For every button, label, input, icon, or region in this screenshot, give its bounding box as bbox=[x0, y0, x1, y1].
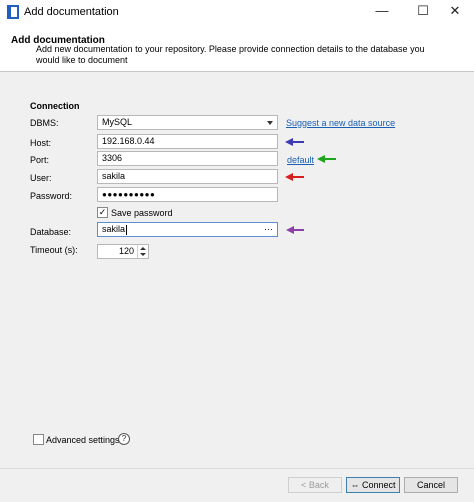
footer-divider bbox=[0, 468, 474, 469]
advanced-settings-label: Advanced settings bbox=[46, 435, 120, 445]
database-value: sakila bbox=[102, 224, 126, 234]
close-button[interactable]: ✕ bbox=[436, 0, 474, 24]
app-icon bbox=[7, 5, 19, 19]
title-bar: Add documentation — ☐ ✕ bbox=[0, 0, 474, 24]
port-input[interactable]: 3306 bbox=[97, 151, 278, 166]
text-caret bbox=[126, 224, 128, 235]
database-arrow-icon bbox=[286, 226, 304, 234]
user-input[interactable]: sakila bbox=[97, 169, 278, 184]
window-title: Add documentation bbox=[24, 6, 119, 18]
dbms-select[interactable]: MySQL bbox=[97, 115, 278, 130]
minimize-button[interactable]: — bbox=[363, 0, 401, 24]
timeout-value: 120 bbox=[118, 246, 134, 256]
save-password-checkbox[interactable]: ✓ bbox=[97, 207, 108, 218]
user-label: User: bbox=[30, 173, 52, 183]
spin-up-icon[interactable] bbox=[140, 247, 146, 250]
database-input[interactable]: sakila ··· bbox=[97, 222, 278, 237]
help-icon[interactable]: ? bbox=[118, 433, 130, 445]
host-arrow-icon bbox=[285, 138, 304, 146]
save-password-label: Save password bbox=[111, 208, 173, 218]
back-button[interactable]: < Back bbox=[288, 477, 342, 493]
port-arrow-icon bbox=[317, 155, 336, 163]
spin-down-icon[interactable] bbox=[140, 253, 146, 256]
timeout-spin-buttons[interactable] bbox=[137, 245, 148, 258]
timeout-label: Timeout (s): bbox=[30, 245, 78, 255]
host-label: Host: bbox=[30, 138, 52, 148]
suggest-data-source-link[interactable]: Suggest a new data source bbox=[286, 118, 395, 128]
host-input[interactable]: 192.168.0.44 bbox=[97, 134, 278, 149]
dialog-header: Add documentation Add new documentation … bbox=[0, 24, 474, 72]
chevron-down-icon bbox=[267, 121, 273, 125]
connect-button[interactable]: ⇔ Connect bbox=[346, 477, 400, 493]
timeout-stepper[interactable]: 120 bbox=[97, 244, 149, 259]
password-label: Password: bbox=[30, 191, 73, 201]
browse-database-button[interactable]: ··· bbox=[264, 223, 273, 236]
dbms-label: DBMS: bbox=[30, 118, 59, 128]
dbms-value: MySQL bbox=[102, 117, 133, 127]
database-label: Database: bbox=[30, 227, 72, 237]
cancel-button[interactable]: Cancel bbox=[404, 477, 458, 493]
port-label: Port: bbox=[30, 155, 50, 165]
connection-section-title: Connection bbox=[30, 101, 80, 111]
password-input[interactable]: ●●●●●●●●●● bbox=[97, 187, 278, 202]
advanced-settings-checkbox[interactable] bbox=[33, 434, 44, 445]
user-arrow-icon bbox=[285, 173, 304, 181]
header-description: Add new documentation to your repository… bbox=[36, 44, 425, 65]
port-default-link[interactable]: default bbox=[287, 155, 314, 165]
